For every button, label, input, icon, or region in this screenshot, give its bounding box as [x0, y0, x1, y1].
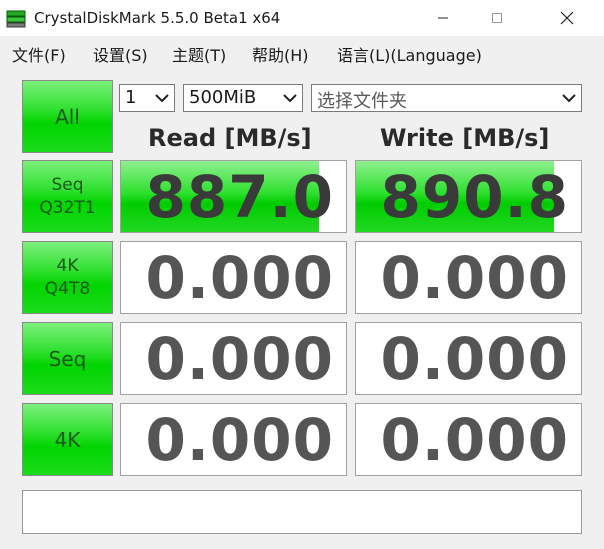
menu-language[interactable]: 语言(L)(Language): [337, 42, 482, 66]
write-column-header: Write [MB/s]: [380, 124, 550, 152]
chevron-down-icon: [562, 94, 576, 103]
write-value: 0.000: [380, 324, 569, 393]
test-count-value: 1: [125, 87, 137, 108]
maximize-button[interactable]: [474, 0, 520, 36]
read-value: 0.000: [145, 324, 334, 393]
chevron-down-icon: [283, 94, 297, 103]
read-value: 0.000: [145, 243, 334, 312]
all-button[interactable]: All: [22, 80, 113, 153]
drive-select-value: 选择文件夹: [317, 91, 407, 112]
seq-q32t1-button[interactable]: Seq Q32T1: [22, 160, 113, 233]
test-button-label: 4K Q4T8: [44, 255, 91, 299]
menu-settings[interactable]: 设置(S): [93, 42, 148, 66]
seq-button[interactable]: Seq: [22, 322, 113, 395]
read-column-header: Read [MB/s]: [148, 124, 312, 152]
comment-input[interactable]: [22, 490, 582, 534]
4k-read-result: 0.000: [120, 403, 347, 476]
4k-write-result: 0.000: [355, 403, 582, 476]
seq-write-result: 0.000: [355, 322, 582, 395]
test-button-label: 4K: [54, 427, 81, 452]
seq-read-result: 0.000: [120, 322, 347, 395]
title-bar[interactable]: CrystalDiskMark 5.5.0 Beta1 x64: [0, 0, 604, 36]
test-button-label: Seq Q32T1: [39, 174, 96, 218]
chevron-down-icon: [155, 94, 169, 103]
write-value: 890.8: [380, 162, 569, 231]
menu-help[interactable]: 帮助(H): [252, 42, 309, 66]
menu-bar: 文件(F) 设置(S) 主题(T) 帮助(H) 语言(L)(Language): [0, 36, 604, 66]
test-count-select[interactable]: 1: [119, 84, 175, 112]
write-value: 0.000: [380, 243, 569, 312]
test-button-label: Seq: [48, 346, 87, 371]
write-value: 0.000: [380, 405, 569, 474]
seq-q32t1-write-result: 890.8: [355, 160, 582, 233]
4k-q4t8-write-result: 0.000: [355, 241, 582, 314]
4k-button[interactable]: 4K: [22, 403, 113, 476]
test-size-value: 500MiB: [189, 87, 257, 108]
app-window: CrystalDiskMark 5.5.0 Beta1 x64 文件(F) 设置…: [0, 0, 604, 549]
minimize-button[interactable]: [420, 0, 466, 36]
read-value: 0.000: [145, 405, 334, 474]
maximize-icon: [492, 13, 502, 23]
app-disk-icon: [6, 10, 26, 28]
menu-theme[interactable]: 主题(T): [172, 42, 226, 66]
menu-file[interactable]: 文件(F): [12, 42, 66, 66]
close-button[interactable]: [544, 0, 590, 36]
4k-q4t8-button[interactable]: 4K Q4T8: [22, 241, 113, 314]
drive-select[interactable]: 选择文件夹: [311, 84, 582, 112]
window-title: CrystalDiskMark 5.5.0 Beta1 x64: [34, 9, 281, 27]
seq-q32t1-read-result: 887.0: [120, 160, 347, 233]
close-icon: [560, 11, 574, 25]
all-button-label: All: [55, 104, 80, 129]
read-value: 887.0: [145, 162, 334, 231]
minimize-icon: [438, 17, 448, 19]
4k-q4t8-read-result: 0.000: [120, 241, 347, 314]
test-size-select[interactable]: 500MiB: [183, 84, 303, 112]
